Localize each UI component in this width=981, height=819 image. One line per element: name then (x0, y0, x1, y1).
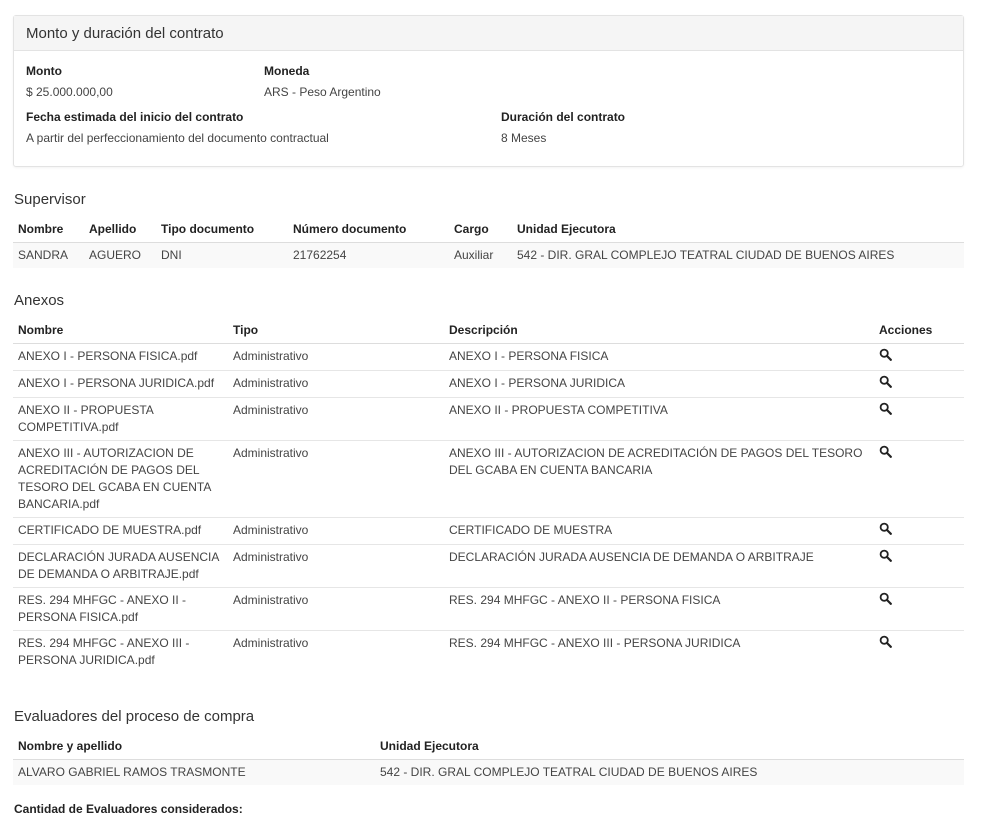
supervisor-tipo-documento: DNI (156, 241, 288, 268)
anexo-descripcion: CERTIFICADO DE MUESTRA (444, 516, 874, 544)
column-header-cargo: Cargo (449, 216, 512, 243)
anexos-title: Anexos (14, 292, 65, 309)
anexo-descripcion: ANEXO I - PERSONA FISICA (444, 342, 874, 370)
table-row: CERTIFICADO DE MUESTRA.pdf Administrativo… (13, 516, 964, 544)
anexo-nombre: ANEXO II - PROPUESTA COMPETITIVA.pdf (13, 396, 228, 440)
table-row: ALVARO GABRIEL RAMOS TRASMONTE 542 - DIR… (13, 758, 964, 785)
anexo-descripcion: DECLARACIÓN JURADA AUSENCIA DE DEMANDA O… (444, 543, 874, 587)
anexo-tipo: Administrativo (228, 586, 444, 630)
contract-panel-title: Monto y duración del contrato (14, 16, 963, 51)
evaluador-nombre: ALVARO GABRIEL RAMOS TRASMONTE (13, 758, 375, 785)
anexo-nombre: DECLARACIÓN JURADA AUSENCIA DE DEMANDA O… (13, 543, 228, 587)
anexo-tipo: Administrativo (228, 543, 444, 587)
search-icon[interactable] (879, 592, 892, 605)
supervisor-title: Supervisor (14, 191, 86, 208)
column-header-unidad-ejecutora: Unidad Ejecutora (375, 733, 964, 760)
table-header-row: Nombre Apellido Tipo documento Número do… (13, 216, 964, 243)
column-header-tipo-documento: Tipo documento (156, 216, 288, 243)
column-header-nombre-apellido: Nombre y apellido (13, 733, 375, 760)
anexo-nombre: ANEXO I - PERSONA FISICA.pdf (13, 342, 228, 370)
search-icon[interactable] (879, 445, 892, 458)
anexo-acciones (874, 516, 964, 544)
column-header-apellido: Apellido (84, 216, 156, 243)
search-icon[interactable] (879, 348, 892, 361)
anexo-nombre: RES. 294 MHFGC - ANEXO II - PERSONA FISI… (13, 586, 228, 630)
anexo-acciones (874, 439, 964, 517)
anexo-tipo: Administrativo (228, 516, 444, 544)
table-row: DECLARACIÓN JURADA AUSENCIA DE DEMANDA O… (13, 543, 964, 587)
evaluador-unidad-ejecutora: 542 - DIR. GRAL COMPLEJO TEATRAL CIUDAD … (375, 758, 964, 785)
contract-panel: Monto y duración del contrato Monto $ 25… (13, 15, 964, 167)
anexo-descripcion: RES. 294 MHFGC - ANEXO III - PERSONA JUR… (444, 629, 874, 673)
column-header-unidad-ejecutora: Unidad Ejecutora (512, 216, 964, 243)
search-icon[interactable] (879, 402, 892, 415)
search-icon[interactable] (879, 635, 892, 648)
anexos-table: Nombre Tipo Descripción Acciones ANEXO I… (13, 317, 964, 673)
anexo-descripcion: ANEXO III - AUTORIZACION DE ACREDITACIÓN… (444, 439, 874, 517)
anexo-nombre: CERTIFICADO DE MUESTRA.pdf (13, 516, 228, 544)
anexo-acciones (874, 586, 964, 630)
column-header-numero-documento: Número documento (288, 216, 449, 243)
supervisor-nombre: SANDRA (13, 241, 84, 268)
anexo-nombre: ANEXO I - PERSONA JURIDICA.pdf (13, 369, 228, 397)
duracion-label: Duración del contrato (501, 110, 626, 124)
search-icon[interactable] (879, 549, 892, 562)
anexo-tipo: Administrativo (228, 629, 444, 673)
column-header-nombre: Nombre (13, 216, 84, 243)
anexo-acciones (874, 342, 964, 370)
anexo-acciones (874, 629, 964, 673)
evaluadores-title: Evaluadores del proceso de compra (14, 708, 255, 725)
anexo-nombre: RES. 294 MHFGC - ANEXO III - PERSONA JUR… (13, 629, 228, 673)
anexo-tipo: Administrativo (228, 396, 444, 440)
anexo-tipo: Administrativo (228, 342, 444, 370)
table-row: RES. 294 MHFGC - ANEXO III - PERSONA JUR… (13, 629, 964, 673)
table-header-row: Nombre Tipo Descripción Acciones (13, 317, 964, 344)
cantidad-evaluadores-label: Cantidad de Evaluadores considerados: (14, 802, 243, 816)
fecha-value: A partir del perfeccionamiento del docum… (26, 131, 329, 145)
anexo-acciones (874, 369, 964, 397)
anexo-descripcion: ANEXO II - PROPUESTA COMPETITIVA (444, 396, 874, 440)
monto-label: Monto (26, 64, 62, 78)
anexo-acciones (874, 543, 964, 587)
anexo-descripcion: ANEXO I - PERSONA JURIDICA (444, 369, 874, 397)
anexo-acciones (874, 396, 964, 440)
column-header-descripcion: Descripción (444, 317, 874, 344)
moneda-label: Moneda (264, 64, 310, 78)
column-header-tipo: Tipo (228, 317, 444, 344)
column-header-acciones: Acciones (874, 317, 964, 344)
table-row: RES. 294 MHFGC - ANEXO II - PERSONA FISI… (13, 586, 964, 630)
search-icon[interactable] (879, 375, 892, 388)
table-row: ANEXO I - PERSONA FISICA.pdf Administrati… (13, 342, 964, 370)
column-header-nombre: Nombre (13, 317, 228, 344)
moneda-value: ARS - Peso Argentino (264, 85, 381, 99)
anexo-tipo: Administrativo (228, 439, 444, 517)
supervisor-unidad-ejecutora: 542 - DIR. GRAL COMPLEJO TEATRAL CIUDAD … (512, 241, 964, 268)
table-row: ANEXO III - AUTORIZACION DE ACREDITACIÓN… (13, 439, 964, 517)
search-icon[interactable] (879, 522, 892, 535)
fecha-label: Fecha estimada del inicio del contrato (26, 110, 244, 124)
table-header-row: Nombre y apellido Unidad Ejecutora (13, 733, 964, 760)
anexo-descripcion: RES. 294 MHFGC - ANEXO II - PERSONA FISI… (444, 586, 874, 630)
supervisor-cargo: Auxiliar (449, 241, 512, 268)
monto-value: $ 25.000.000,00 (26, 85, 113, 99)
duracion-value: 8 Meses (501, 131, 547, 145)
supervisor-apellido: AGUERO (84, 241, 156, 268)
supervisor-numero-documento: 21762254 (288, 241, 449, 268)
anexo-tipo: Administrativo (228, 369, 444, 397)
table-row: ANEXO I - PERSONA JURIDICA.pdf Administra… (13, 369, 964, 397)
table-row: SANDRA AGUERO DNI 21762254 Auxiliar 542 … (13, 241, 964, 268)
evaluadores-table: Nombre y apellido Unidad Ejecutora ALVAR… (13, 733, 964, 785)
anexo-nombre: ANEXO III - AUTORIZACION DE ACREDITACIÓN… (13, 439, 228, 517)
supervisor-table: Nombre Apellido Tipo documento Número do… (13, 216, 964, 268)
table-row: ANEXO II - PROPUESTA COMPETITIVA.pdf Admi… (13, 396, 964, 440)
